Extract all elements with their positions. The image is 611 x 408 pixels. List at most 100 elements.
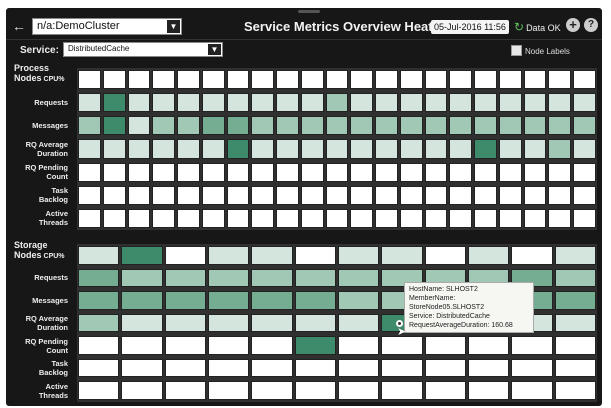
- heatmap-cell[interactable]: [78, 162, 101, 182]
- heatmap-cell[interactable]: [164, 313, 206, 333]
- heatmap-cell[interactable]: [523, 70, 547, 90]
- heatmap-cell[interactable]: [449, 162, 473, 182]
- heatmap-cell[interactable]: [399, 208, 423, 228]
- heatmap-cell[interactable]: [208, 381, 250, 400]
- heatmap-cell[interactable]: [201, 139, 225, 159]
- heatmap-cell[interactable]: [121, 246, 163, 265]
- heatmap-cell[interactable]: [78, 291, 120, 310]
- heatmap-cell[interactable]: [350, 185, 374, 205]
- heatmap-cell[interactable]: [573, 139, 596, 159]
- heatmap-cell[interactable]: [424, 93, 448, 113]
- heatmap-cell[interactable]: [399, 162, 423, 182]
- heatmap-cell[interactable]: [78, 246, 120, 265]
- heatmap-cell[interactable]: [523, 185, 547, 205]
- heatmap-cell[interactable]: [548, 116, 572, 136]
- heatmap-cell[interactable]: [498, 93, 522, 113]
- heatmap-cell[interactable]: [548, 162, 572, 182]
- heatmap-cell[interactable]: [381, 358, 423, 378]
- heatmap-cell[interactable]: [226, 70, 250, 90]
- heatmap-cell[interactable]: [121, 291, 163, 310]
- heatmap-cell[interactable]: [121, 313, 163, 333]
- back-arrow-icon[interactable]: ←: [12, 19, 26, 33]
- heatmap-cell[interactable]: [177, 93, 200, 113]
- heatmap-cell[interactable]: [498, 185, 522, 205]
- heatmap-cell[interactable]: [554, 268, 596, 288]
- heatmap-cell[interactable]: [548, 70, 572, 90]
- heatmap-cell[interactable]: [127, 162, 151, 182]
- heatmap-cell[interactable]: [399, 116, 423, 136]
- heatmap-cell[interactable]: [300, 70, 324, 90]
- heatmap-cell[interactable]: [474, 70, 497, 90]
- node-labels-toggle[interactable]: Node Labels: [511, 45, 570, 56]
- window-grip[interactable]: [298, 10, 320, 13]
- plus-icon[interactable]: +: [566, 18, 580, 32]
- heatmap-cell[interactable]: [251, 93, 275, 113]
- heatmap-cell[interactable]: [251, 246, 293, 265]
- heatmap-cell[interactable]: [201, 93, 225, 113]
- heatmap-cell[interactable]: [381, 381, 423, 400]
- heatmap-cell[interactable]: [424, 336, 466, 355]
- heatmap-cell[interactable]: [474, 139, 497, 159]
- heatmap-cell[interactable]: [338, 336, 380, 355]
- heatmap-cell[interactable]: [78, 139, 101, 159]
- heatmap-cell[interactable]: [468, 381, 510, 400]
- heatmap-cell[interactable]: [300, 162, 324, 182]
- heatmap-cell[interactable]: [226, 116, 250, 136]
- heatmap-cell[interactable]: [554, 291, 596, 310]
- heatmap-cell[interactable]: [300, 139, 324, 159]
- heatmap-cell[interactable]: [208, 358, 250, 378]
- heatmap-cell[interactable]: [78, 185, 101, 205]
- heatmap-cell[interactable]: [102, 162, 126, 182]
- heatmap-cell[interactable]: [152, 139, 176, 159]
- heatmap-cell[interactable]: [78, 313, 120, 333]
- heatmap-cell[interactable]: [573, 70, 596, 90]
- heatmap-cell[interactable]: [325, 70, 349, 90]
- heatmap-cell[interactable]: [208, 246, 250, 265]
- heatmap-cell[interactable]: [102, 93, 126, 113]
- heatmap-cell[interactable]: [523, 116, 547, 136]
- heatmap-cell[interactable]: [554, 336, 596, 355]
- heatmap-cell[interactable]: [121, 381, 163, 400]
- heatmap-cell[interactable]: [350, 70, 374, 90]
- heatmap-cell[interactable]: [276, 185, 299, 205]
- heatmap-cell[interactable]: [208, 268, 250, 288]
- heatmap-cell[interactable]: [102, 70, 126, 90]
- heatmap-cell[interactable]: [338, 268, 380, 288]
- heatmap-cell[interactable]: [424, 381, 466, 400]
- heatmap-cell[interactable]: [350, 208, 374, 228]
- heatmap-cell[interactable]: [226, 185, 250, 205]
- heatmap-cell[interactable]: [300, 185, 324, 205]
- heatmap-cell[interactable]: [201, 208, 225, 228]
- heatmap-cell[interactable]: [164, 291, 206, 310]
- heatmap-cell[interactable]: [325, 139, 349, 159]
- heatmap-cell[interactable]: [498, 70, 522, 90]
- heatmap-cell[interactable]: [548, 185, 572, 205]
- heatmap-cell[interactable]: [498, 116, 522, 136]
- heatmap-cell[interactable]: [121, 268, 163, 288]
- heatmap-cell[interactable]: [375, 70, 398, 90]
- heatmap-cell[interactable]: [498, 208, 522, 228]
- heatmap-cell[interactable]: [511, 381, 553, 400]
- heatmap-cell[interactable]: [449, 93, 473, 113]
- heatmap-cell[interactable]: [350, 93, 374, 113]
- heatmap-cell[interactable]: [474, 93, 497, 113]
- heatmap-cell[interactable]: [127, 70, 151, 90]
- heatmap-cell[interactable]: [350, 162, 374, 182]
- heatmap-cell[interactable]: [449, 185, 473, 205]
- heatmap-cell[interactable]: [573, 208, 596, 228]
- chevron-down-icon[interactable]: ▼: [208, 44, 221, 55]
- heatmap-cell[interactable]: [294, 268, 336, 288]
- heatmap-cell[interactable]: [251, 208, 275, 228]
- heatmap-cell[interactable]: [523, 208, 547, 228]
- heatmap-cell[interactable]: [338, 246, 380, 265]
- heatmap-cell[interactable]: [164, 336, 206, 355]
- heatmap-cell[interactable]: [152, 185, 176, 205]
- heatmap-cell[interactable]: [573, 116, 596, 136]
- heatmap-cell[interactable]: [523, 139, 547, 159]
- heatmap-cell[interactable]: [424, 208, 448, 228]
- heatmap-cell[interactable]: [78, 93, 101, 113]
- heatmap-cell[interactable]: [548, 208, 572, 228]
- heatmap-cell[interactable]: [399, 185, 423, 205]
- heatmap-cell[interactable]: [78, 336, 120, 355]
- heatmap-cell[interactable]: [424, 185, 448, 205]
